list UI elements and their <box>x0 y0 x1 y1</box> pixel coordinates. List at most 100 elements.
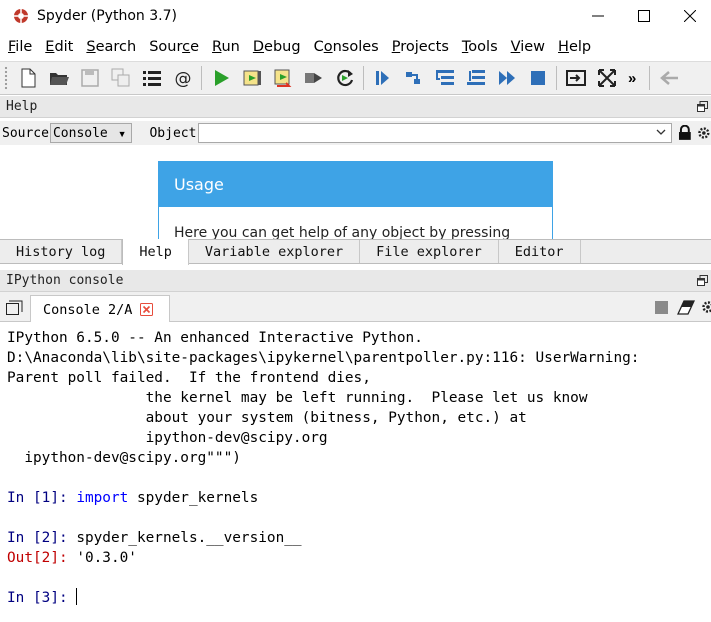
tab-variable-explorer[interactable]: Variable explorer <box>189 240 361 263</box>
symbol-finder-button[interactable]: @ <box>167 64 198 92</box>
console-line: ipython-dev@scipy.org""") <box>7 450 241 466</box>
run-cell-advance-icon <box>274 69 291 87</box>
file-switcher-button[interactable] <box>136 64 167 92</box>
debug-icon <box>375 71 389 85</box>
menu-bar: File Edit Search Source Run Debug Consoles Proj… <box>0 34 711 60</box>
menu-run[interactable]: Run <box>204 39 245 55</box>
menu-search[interactable]: Search <box>78 39 141 55</box>
menu-file[interactable]: File <box>0 39 37 55</box>
arrow-left-icon <box>659 71 678 85</box>
out-prompt: Out[2]: <box>7 550 77 566</box>
toolbar-separator <box>201 66 202 90</box>
step-into-button[interactable] <box>429 64 460 92</box>
eraser-icon[interactable] <box>677 300 695 315</box>
menu-help[interactable]: Help <box>550 39 596 55</box>
minimize-button[interactable] <box>575 0 621 32</box>
continue-icon <box>498 71 515 85</box>
run-cell-advance-button[interactable] <box>267 64 298 92</box>
menu-consoles[interactable]: Consoles <box>306 39 384 55</box>
close-icon[interactable] <box>140 303 153 316</box>
browse-tabs-icon[interactable] <box>6 300 23 315</box>
source-select-value: Console <box>52 125 108 141</box>
console-input-line[interactable]: In [3]: <box>7 588 711 608</box>
step-button[interactable] <box>398 64 429 92</box>
stop-debug-button[interactable] <box>522 64 553 92</box>
toolbar-separator <box>363 66 364 90</box>
run-file-button[interactable] <box>205 64 236 92</box>
console-line: D:\Anaconda\lib\site-packages\ipykernel\… <box>7 350 640 366</box>
menu-edit[interactable]: Edit <box>37 39 78 55</box>
console-line: IPython 6.5.0 -- An enhanced Interactive… <box>7 330 423 346</box>
debug-button[interactable] <box>367 64 398 92</box>
in-prompt: In [1]: <box>7 490 77 506</box>
console-line: about your system (bitness, Python, etc.… <box>7 410 527 426</box>
rerun-icon <box>336 69 353 87</box>
menu-projects[interactable]: Projects <box>384 39 454 55</box>
run-selection-button[interactable] <box>298 64 329 92</box>
tab-editor[interactable]: Editor <box>499 240 581 263</box>
console-tab[interactable]: Console 2/A <box>30 295 170 323</box>
usage-text: Here you can get help of any object by p… <box>174 225 511 239</box>
run-cell-icon <box>243 70 261 86</box>
svg-text:@: @ <box>174 69 191 89</box>
toolbar-separator <box>649 66 650 90</box>
console-pane-title: IPython console <box>6 273 124 288</box>
console-line: the kernel may be left running. Please l… <box>7 390 588 406</box>
maximize-icon <box>638 10 650 22</box>
chevron-down-icon[interactable] <box>655 126 667 138</box>
console-line: ipython-dev@scipy.org <box>7 430 328 446</box>
in-prompt: In [3]: <box>7 590 77 606</box>
rerun-button[interactable] <box>329 64 360 92</box>
undock-icon[interactable] <box>697 101 708 112</box>
usage-card: Usage Here you can get help of any objec… <box>158 161 553 239</box>
toolbar-overflow-button[interactable]: » <box>628 70 646 87</box>
maximize-button[interactable] <box>621 0 667 32</box>
code: spyder_kernels.__version__ <box>76 530 302 546</box>
keyword: import <box>76 490 129 506</box>
main-toolbar: @ » <box>0 61 711 95</box>
lock-icon[interactable] <box>678 125 692 141</box>
at-sign-icon: @ <box>174 69 191 89</box>
menu-debug[interactable]: Debug <box>245 39 306 55</box>
tab-file-explorer[interactable]: File explorer <box>360 240 499 263</box>
pane-tab-bar: History log Help Variable explorer File exp… <box>0 239 711 265</box>
fullscreen-button[interactable] <box>591 64 622 92</box>
object-input[interactable] <box>198 123 672 143</box>
minimize-icon <box>592 15 604 17</box>
console-output[interactable]: IPython 6.5.0 -- An enhanced Interactive… <box>0 322 711 622</box>
maximize-pane-button[interactable] <box>560 64 591 92</box>
menu-tools[interactable]: Tools <box>454 39 503 55</box>
gear-icon[interactable] <box>701 300 711 314</box>
step-into-icon <box>435 70 454 85</box>
stop-icon[interactable] <box>655 301 668 314</box>
source-select[interactable]: Console ▼ <box>49 123 133 143</box>
text-cursor <box>76 588 78 605</box>
menu-view[interactable]: View <box>503 39 550 55</box>
save-all-button[interactable] <box>105 64 136 92</box>
new-file-button[interactable] <box>12 64 43 92</box>
continue-button[interactable] <box>491 64 522 92</box>
help-content: Usage Here you can get help of any objec… <box>0 146 711 239</box>
undock-icon[interactable] <box>697 275 708 286</box>
run-cell-button[interactable] <box>236 64 267 92</box>
close-window-button[interactable] <box>667 0 711 32</box>
menu-source[interactable]: Source <box>141 39 204 55</box>
tab-history-log[interactable]: History log <box>0 240 123 263</box>
list-icon <box>142 71 161 86</box>
open-file-button[interactable] <box>43 64 74 92</box>
back-button[interactable] <box>653 64 684 92</box>
save-file-button[interactable] <box>74 64 105 92</box>
console-pane-header: IPython console <box>0 270 711 292</box>
spyder-app-icon <box>14 9 28 23</box>
toolbar-grip[interactable] <box>4 66 8 90</box>
stop-icon <box>530 71 545 85</box>
tab-help[interactable]: Help <box>122 239 189 265</box>
step-return-button[interactable] <box>460 64 491 92</box>
console-input-line: In [2]: spyder_kernels.__version__ <box>7 528 711 548</box>
console-tab-label: Console 2/A <box>43 301 133 318</box>
toolbar-separator <box>556 66 557 90</box>
gear-icon[interactable] <box>697 126 711 140</box>
run-icon <box>214 70 229 86</box>
